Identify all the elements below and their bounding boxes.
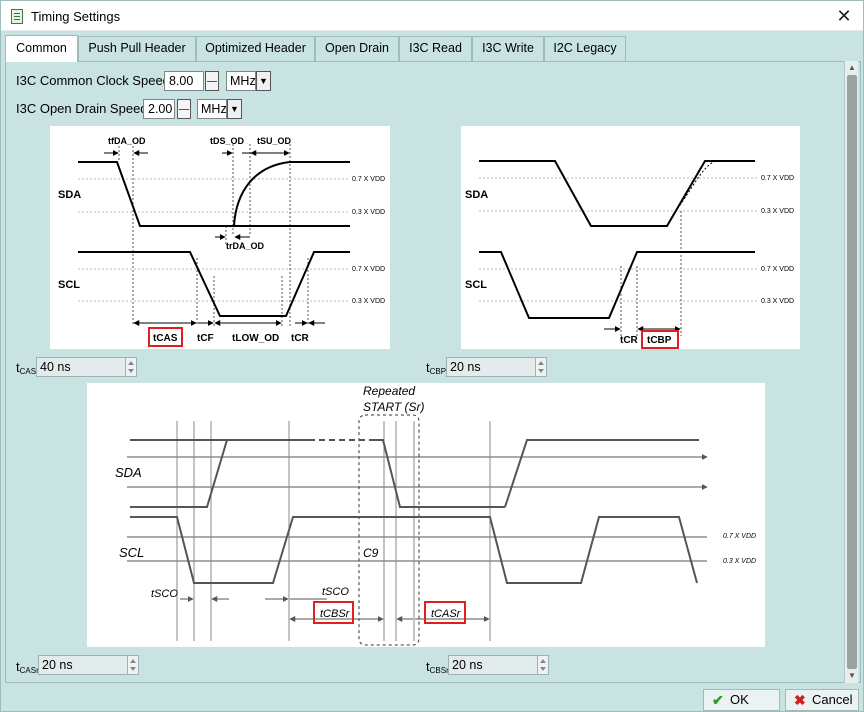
tcbsr-stepper[interactable]	[537, 655, 549, 675]
v03-label: 0.3 X VDD	[352, 209, 385, 216]
timing-diagram-cbp: SDA SCL tCR tCBP 0.7 X VDD 0.3 X VDD 0.7…	[461, 126, 800, 349]
x-icon: ✖	[794, 692, 806, 708]
tcbsr-label: tCBSr	[426, 659, 449, 675]
repeated-start-frame	[358, 414, 420, 646]
scl-label: SCL	[119, 545, 144, 560]
timing-settings-window: Timing Settings ✕ Common Push Pull Heade…	[0, 0, 864, 712]
clock-speed-stepper[interactable]	[205, 71, 219, 91]
sda-label: SDA	[465, 189, 488, 201]
v07-label: 0.7 X VDD	[352, 266, 385, 273]
scroll-thumb[interactable]	[847, 75, 857, 669]
v03-label: 0.3 X VDD	[761, 208, 794, 215]
tsco-label: tSCO	[322, 586, 349, 598]
trda-od-label: trDA_OD	[226, 241, 265, 251]
ok-label: OK	[730, 692, 749, 707]
tsu-od-label: tSU_OD	[257, 136, 292, 146]
tcas-diagram-label: tCAS	[153, 333, 178, 344]
tcbp-sub: CBP	[429, 367, 447, 376]
tcr-label: tCR	[620, 335, 639, 346]
tcasr-stepper[interactable]	[127, 655, 139, 675]
sda-label: SDA	[115, 465, 142, 480]
scroll-up-icon[interactable]: ▲	[845, 62, 859, 74]
tcbsr-sub: CBSr	[429, 666, 449, 675]
cancel-button[interactable]: ✖ Cancel	[785, 689, 859, 711]
clock-speed-input[interactable]: 8.00	[164, 71, 204, 91]
tcasr-diagram-label: tCASr	[431, 608, 462, 620]
tcr-label: tCR	[291, 333, 310, 344]
v07-label: 0.7 X VDD	[761, 266, 794, 273]
tcasr-label: tCASr	[16, 659, 39, 675]
v07-label: 0.7 X VDD	[352, 176, 385, 183]
scl-label: SCL	[58, 279, 80, 291]
title-bar: Timing Settings ✕	[1, 1, 863, 31]
chevron-down-icon[interactable]: ▼	[227, 99, 242, 119]
c9-label: C9	[363, 546, 379, 560]
tcbp-diagram-label: tCBP	[647, 335, 672, 346]
v07-label: 0.7 X VDD	[723, 533, 756, 540]
tcas-stepper[interactable]	[125, 357, 137, 377]
horizontal-scroll-track	[5, 683, 861, 687]
close-icon[interactable]: ✕	[833, 5, 855, 27]
tab-open-drain[interactable]: Open Drain	[315, 36, 399, 61]
tcbp-input[interactable]: 20 ns	[446, 357, 547, 377]
tab-common[interactable]: Common	[5, 35, 78, 62]
repeated-label: Repeated	[363, 384, 415, 398]
tcbp-label: tCBP	[426, 360, 446, 376]
v03-label: 0.3 X VDD	[761, 298, 794, 305]
tcbsr-diagram-label: tCBSr	[320, 608, 351, 620]
tcasr-input[interactable]: 20 ns	[38, 655, 128, 675]
od-speed-label: I3C Open Drain Speed	[16, 101, 148, 116]
v03-label: 0.3 X VDD	[723, 558, 756, 565]
sda-label: SDA	[58, 189, 81, 201]
timing-diagram-od: SDA SCL tfDA_OD tDS_OD tSU_OD trDA_OD tC…	[50, 126, 390, 349]
start-sr-label: START (Sr)	[363, 400, 425, 414]
cancel-label: Cancel	[812, 692, 853, 707]
tab-i3c-read[interactable]: I3C Read	[399, 36, 472, 61]
od-speed-input[interactable]: 2.00	[143, 99, 175, 119]
v03-label: 0.3 X VDD	[352, 298, 385, 305]
tcbp-stepper[interactable]	[535, 357, 547, 377]
document-icon	[11, 9, 23, 24]
od-speed-stepper[interactable]	[177, 99, 191, 119]
tcasr-sub: CASr	[19, 666, 39, 675]
tds-od-label: tDS_OD	[210, 136, 245, 146]
tcas-label: tCAS	[16, 360, 36, 376]
v07-label: 0.7 X VDD	[761, 175, 794, 182]
scroll-down-icon[interactable]: ▼	[845, 670, 859, 682]
tab-i2c-legacy[interactable]: I2C Legacy	[544, 36, 626, 61]
tcas-input[interactable]: 40 ns	[36, 357, 137, 377]
tsco-label: tSCO	[151, 588, 178, 600]
tab-i3c-write[interactable]: I3C Write	[472, 36, 544, 61]
window-title: Timing Settings	[31, 9, 121, 24]
od-unit-select[interactable]: MHz	[197, 99, 227, 119]
tab-optimized-header[interactable]: Optimized Header	[196, 36, 315, 61]
tlow-od-label: tLOW_OD	[232, 333, 279, 344]
tcas-sub: CAS	[19, 367, 37, 376]
tcf-label: tCF	[197, 333, 214, 344]
chevron-down-icon[interactable]: ▼	[256, 71, 271, 91]
tcbsr-input[interactable]: 20 ns	[448, 655, 538, 675]
timing-diagram-repeated-start: Repeated START (Sr) SDA SCL C9 tSCO tSCO…	[87, 383, 765, 647]
vertical-scrollbar[interactable]: ▲ ▼	[844, 61, 858, 683]
ok-button[interactable]: ✔ OK	[703, 689, 780, 711]
clock-unit-select[interactable]: MHz	[226, 71, 256, 91]
scl-label: SCL	[465, 279, 487, 291]
tfda-od-label: tfDA_OD	[108, 136, 146, 146]
check-icon: ✔	[712, 692, 724, 708]
clock-speed-label: I3C Common Clock Speed	[16, 73, 170, 88]
tab-push-pull-header[interactable]: Push Pull Header	[78, 36, 196, 61]
